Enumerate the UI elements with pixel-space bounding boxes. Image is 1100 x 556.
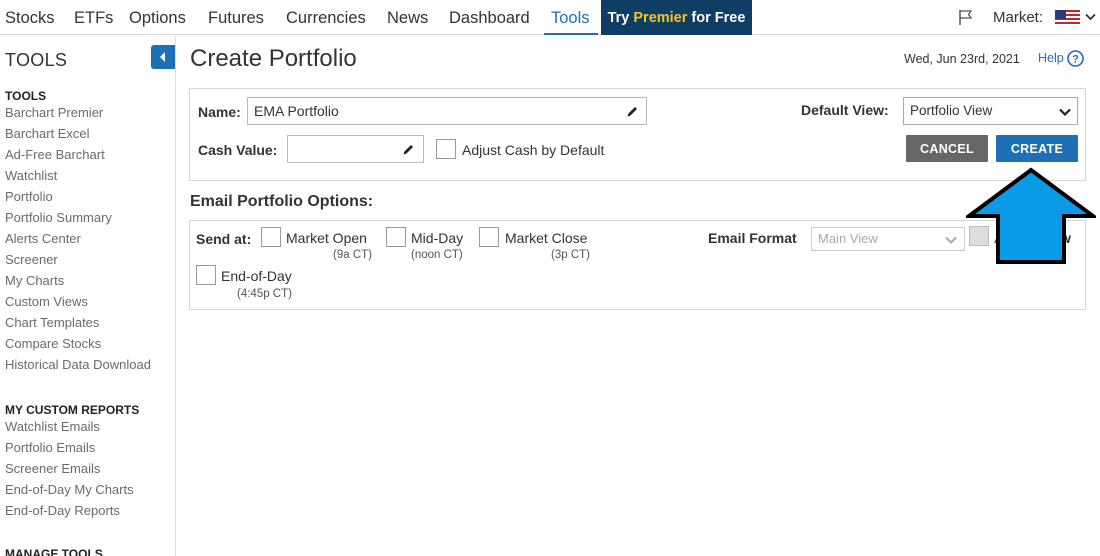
mid-day-label: Mid-Day: [411, 230, 464, 246]
sidebar: TOOLS TOOLS Barchart Premier Barchart Ex…: [0, 36, 176, 556]
us-flag-icon[interactable]: [1055, 10, 1080, 26]
market-close-label: Market Close: [505, 230, 588, 246]
nav-tools[interactable]: Tools: [544, 0, 598, 35]
market-close-checkbox[interactable]: [479, 227, 499, 247]
nav-futures[interactable]: Futures: [208, 0, 264, 35]
sidebar-item-chart-templates[interactable]: Chart Templates: [5, 315, 99, 330]
email-options-title: Email Portfolio Options:: [190, 193, 374, 210]
top-nav: Stocks ETFs Options Futures Currencies N…: [0, 0, 1100, 35]
sidebar-item-portfolio[interactable]: Portfolio: [5, 189, 53, 204]
page-date: Wed, Jun 23rd, 2021: [904, 52, 1020, 66]
nav-options[interactable]: Options: [129, 0, 186, 35]
nav-currencies[interactable]: Currencies: [286, 0, 366, 35]
premier-prefix: Try: [607, 10, 634, 26]
sidebar-item-screener-emails[interactable]: Screener Emails: [5, 461, 100, 476]
premier-highlight: Premier: [633, 10, 688, 26]
end-of-day-checkbox[interactable]: [196, 265, 216, 285]
sidebar-item-barchart-excel[interactable]: Barchart Excel: [5, 126, 90, 141]
try-premier-button[interactable]: Try Premier for Free: [601, 0, 752, 35]
mid-day-time: (noon CT): [411, 249, 463, 261]
sidebar-item-eod-reports[interactable]: End-of-Day Reports: [5, 503, 120, 518]
sidebar-collapse-button[interactable]: [151, 45, 175, 69]
help-link[interactable]: Help: [1038, 51, 1064, 65]
name-input[interactable]: EMA Portfolio: [247, 97, 647, 125]
market-open-label: Market Open: [286, 230, 367, 246]
cash-value-label: Cash Value:: [198, 142, 278, 158]
nav-stocks[interactable]: Stocks: [5, 0, 55, 35]
pencil-icon: [403, 145, 413, 155]
default-view-select[interactable]: Portfolio View: [903, 97, 1078, 125]
market-close-time: (3p CT): [551, 249, 590, 261]
flag-icon[interactable]: [958, 9, 974, 26]
name-input-value: EMA Portfolio: [254, 103, 339, 119]
collapse-arrow-icon: [160, 52, 165, 62]
sidebar-heading: TOOLS: [5, 50, 68, 70]
sidebar-item-watchlist-emails[interactable]: Watchlist Emails: [5, 419, 100, 434]
sidebar-item-my-charts[interactable]: My Charts: [5, 273, 64, 288]
send-at-label: Send at:: [196, 231, 252, 247]
sidebar-item-ad-free-barchart[interactable]: Ad-Free Barchart: [5, 147, 105, 162]
sidebar-item-portfolio-emails[interactable]: Portfolio Emails: [5, 440, 95, 455]
portfolio-form-panel: Name: EMA Portfolio Cash Value: Adjust C…: [189, 88, 1086, 181]
cancel-button[interactable]: CANCEL: [906, 135, 988, 162]
nav-news[interactable]: News: [387, 0, 428, 35]
market-open-time: (9a CT): [333, 249, 372, 261]
nav-etfs[interactable]: ETFs: [74, 0, 113, 35]
email-options-panel: Send at: Market Open (9a CT) Mid-Day (no…: [189, 220, 1086, 310]
name-label: Name:: [198, 104, 241, 120]
email-format-select[interactable]: Main View: [811, 227, 965, 251]
pencil-icon: [627, 107, 637, 117]
sidebar-item-eod-my-charts[interactable]: End-of-Day My Charts: [5, 482, 134, 497]
chevron-down-icon[interactable]: [1085, 13, 1096, 21]
end-of-day-time: (4:45p CT): [237, 288, 292, 300]
up-arrow-annotation: [966, 167, 1096, 264]
adjust-cash-label: Adjust Cash by Default: [462, 142, 605, 158]
svg-text:?: ?: [1072, 54, 1079, 66]
market-label: Market:: [993, 9, 1044, 26]
chevron-down-icon: [1059, 108, 1071, 116]
sidebar-item-custom-views[interactable]: Custom Views: [5, 294, 88, 309]
sidebar-item-screener[interactable]: Screener: [5, 252, 58, 267]
nav-dashboard[interactable]: Dashboard: [449, 0, 530, 35]
sidebar-item-historical-data-download[interactable]: Historical Data Download: [5, 357, 151, 372]
premier-suffix: for Free: [687, 10, 746, 26]
end-of-day-label: End-of-Day: [221, 268, 292, 284]
create-button[interactable]: CREATE: [996, 135, 1078, 162]
email-format-label: Email Format: [708, 230, 797, 246]
sidebar-section-my-custom-reports: MY CUSTOM REPORTS: [5, 403, 140, 417]
sidebar-item-alerts-center[interactable]: Alerts Center: [5, 231, 81, 246]
default-view-value: Portfolio View: [910, 103, 993, 118]
sidebar-item-portfolio-summary[interactable]: Portfolio Summary: [5, 210, 112, 225]
adjust-cash-checkbox[interactable]: [436, 139, 456, 159]
chevron-down-icon: [945, 236, 957, 244]
mid-day-checkbox[interactable]: [386, 227, 406, 247]
sidebar-item-watchlist[interactable]: Watchlist: [5, 168, 57, 183]
page-title: Create Portfolio: [190, 45, 357, 72]
sidebar-section-manage-tools: MANAGE TOOLS: [5, 547, 103, 556]
sidebar-item-barchart-premier[interactable]: Barchart Premier: [5, 105, 103, 120]
help-icon[interactable]: ?: [1067, 50, 1084, 67]
email-format-value: Main View: [818, 231, 878, 246]
sidebar-item-compare-stocks[interactable]: Compare Stocks: [5, 336, 101, 351]
market-open-checkbox[interactable]: [261, 227, 281, 247]
default-view-label: Default View:: [801, 102, 889, 118]
sidebar-section-tools: TOOLS: [5, 89, 47, 103]
